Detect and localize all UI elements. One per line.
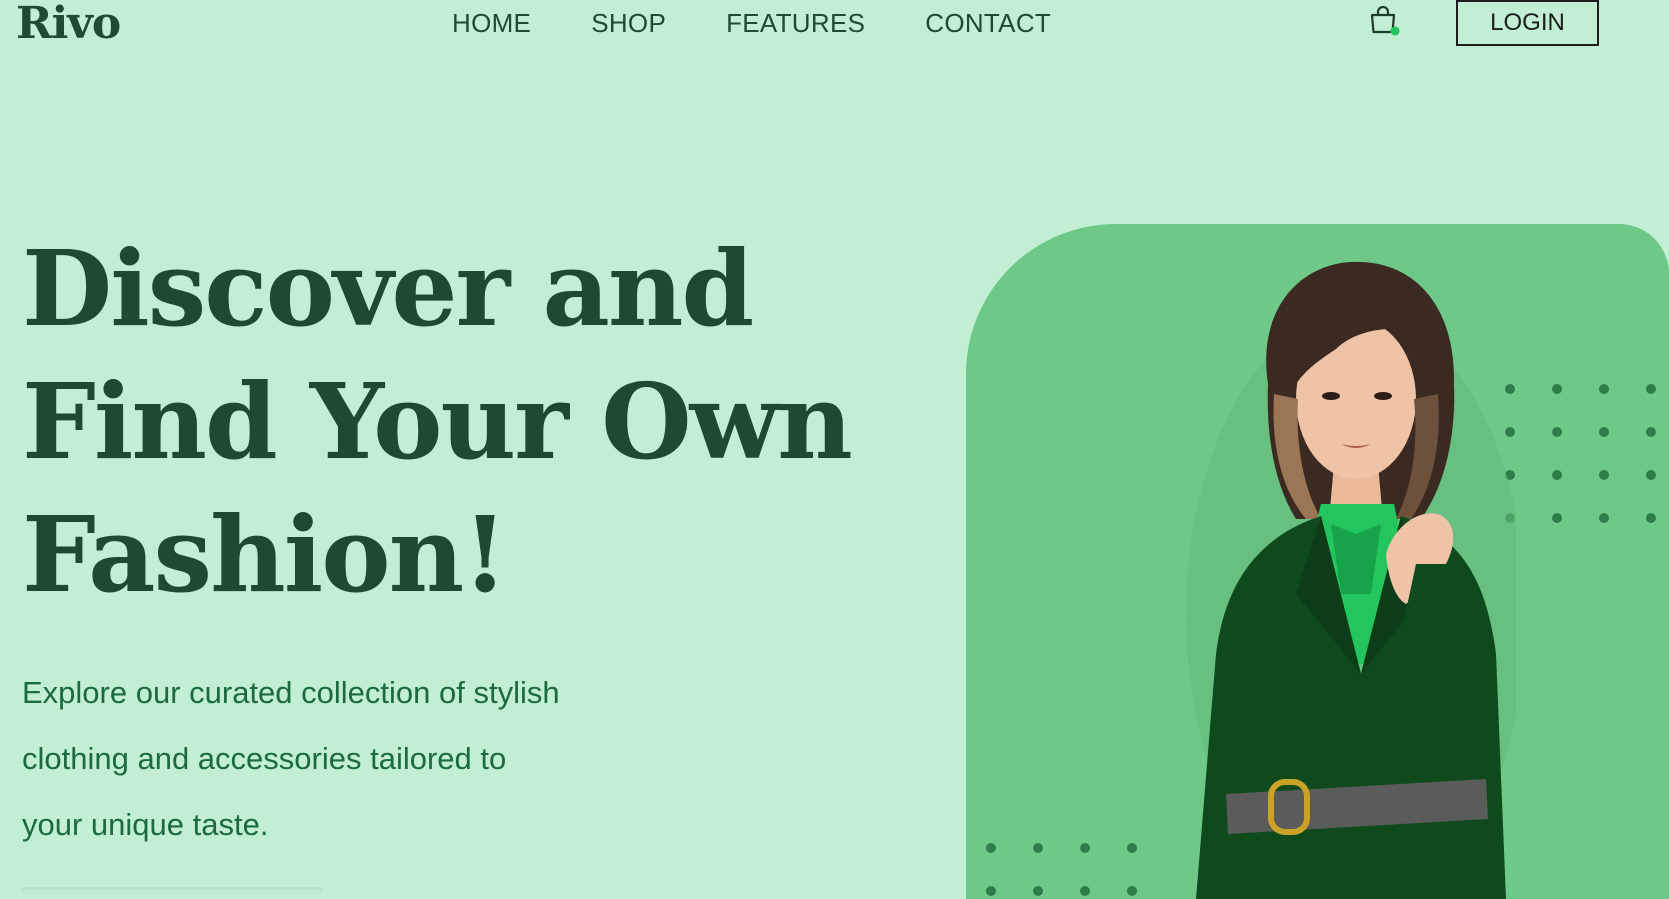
brand-logo[interactable]: Rivo	[16, 0, 121, 50]
tagline-line-3: your unique taste.	[22, 807, 269, 842]
nav-shop[interactable]: SHOP	[591, 6, 666, 40]
tagline-line-1: Explore our curated collection of stylis…	[22, 675, 560, 710]
shopping-bag-icon	[1370, 5, 1400, 36]
headline-line-3: Fashion!	[22, 493, 508, 616]
headline-line-2: Find Your Own	[22, 360, 853, 483]
nav-home[interactable]: HOME	[452, 6, 531, 40]
nav-contact[interactable]: CONTACT	[925, 6, 1051, 40]
nav-features[interactable]: FEATURES	[726, 6, 865, 40]
hero-tagline: Explore our curated collection of stylis…	[22, 660, 560, 858]
divider-line	[22, 887, 322, 890]
cart-badge-dot	[1390, 26, 1400, 36]
cart-button[interactable]	[1367, 4, 1401, 38]
main-nav: HOME SHOP FEATURES CONTACT	[452, 6, 1051, 40]
hero-image-card	[966, 224, 1669, 899]
dot-pattern-bottom-left	[986, 843, 1137, 896]
tagline-line-2: clothing and accessories tailored to	[22, 741, 507, 776]
dot-pattern-top-right	[1505, 384, 1656, 523]
headline-line-1: Discover and	[22, 227, 754, 350]
hero-headline: Discover and Find Your Own Fashion!	[22, 222, 853, 621]
fashion-model-image	[1186, 261, 1516, 899]
login-button[interactable]: LOGIN	[1456, 0, 1599, 46]
